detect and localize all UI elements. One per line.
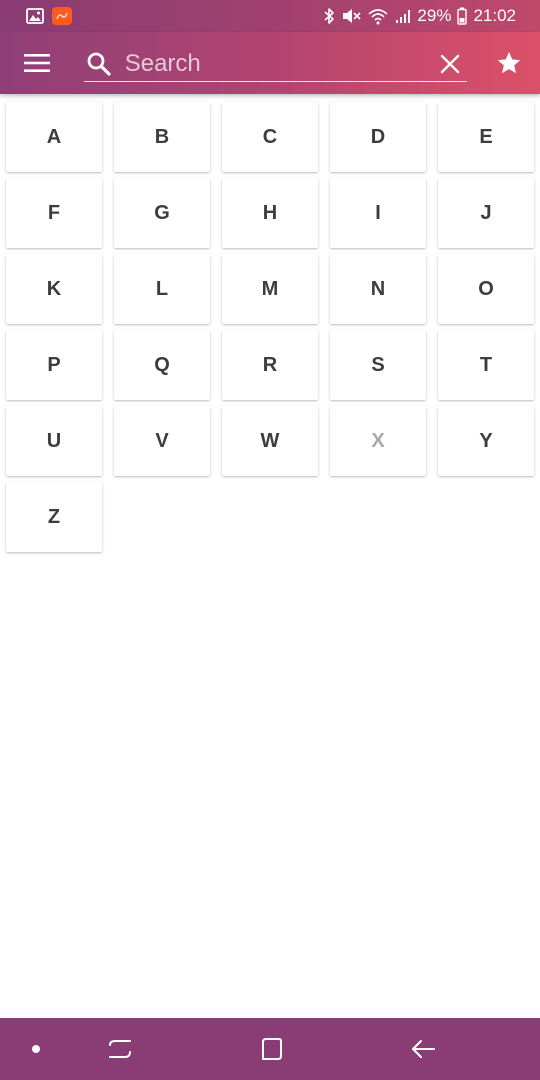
letter-tile-j[interactable]: J: [438, 178, 534, 248]
menu-button[interactable]: [18, 46, 56, 80]
letter-tile-m[interactable]: M: [222, 254, 318, 324]
letter-tile-t[interactable]: T: [438, 330, 534, 400]
mute-icon: [341, 7, 361, 25]
close-icon: [440, 54, 460, 73]
recent-apps-button[interactable]: [100, 1029, 140, 1069]
search-icon: [86, 49, 113, 79]
letter-tile-a[interactable]: A: [6, 102, 102, 172]
letter-tile-s[interactable]: S: [330, 330, 426, 400]
letter-tile-l[interactable]: L: [114, 254, 210, 324]
recent-apps-icon: [109, 1040, 131, 1058]
signal-icon: [395, 8, 411, 24]
letter-tile-y[interactable]: Y: [438, 406, 534, 476]
battery-percent: 29%: [417, 6, 452, 25]
letter-tile-r[interactable]: R: [222, 330, 318, 400]
battery-icon: [457, 7, 468, 25]
letter-tile-o[interactable]: O: [438, 254, 534, 324]
letter-tile-d[interactable]: D: [330, 102, 426, 172]
bluetooth-icon: [323, 7, 335, 25]
letter-tile-x: X: [330, 406, 426, 476]
app-bar: [0, 32, 540, 94]
search-bar: [84, 46, 467, 82]
star-icon: [497, 51, 521, 74]
letter-grid: ABCDE FGHIJ KLMNO PQRST UVWXY Z: [6, 102, 534, 552]
gallery-icon: [26, 8, 44, 24]
letter-tile-b[interactable]: B: [114, 102, 210, 172]
letter-tile-g[interactable]: G: [114, 178, 210, 248]
letter-tile-e[interactable]: E: [438, 102, 534, 172]
status-bar-notifications: [26, 7, 72, 25]
nav-dot-button[interactable]: [16, 1029, 56, 1069]
home-button[interactable]: [251, 1029, 291, 1069]
hamburger-menu-icon: [24, 54, 50, 72]
status-bar: 29% 21:02: [0, 0, 540, 32]
status-bar-system: 29% 21:02: [323, 6, 516, 26]
letter-tile-i[interactable]: I: [330, 178, 426, 248]
letter-tile-v[interactable]: V: [114, 406, 210, 476]
clock: 21:02: [473, 6, 516, 25]
wifi-icon: [367, 7, 389, 25]
letter-tile-h[interactable]: H: [222, 178, 318, 248]
letter-tile-z[interactable]: Z: [6, 482, 102, 552]
home-icon: [262, 1038, 282, 1060]
dot-icon: [32, 1045, 40, 1053]
back-icon: [412, 1040, 435, 1058]
search-input[interactable]: [112, 47, 435, 80]
letter-tile-c[interactable]: C: [222, 102, 318, 172]
letter-tile-k[interactable]: K: [6, 254, 102, 324]
letter-tile-p[interactable]: P: [6, 330, 102, 400]
letter-tile-n[interactable]: N: [330, 254, 426, 324]
app-notification-icon: [52, 7, 72, 25]
letter-tile-f[interactable]: F: [6, 178, 102, 248]
favorites-button[interactable]: [490, 46, 528, 80]
letter-tile-w[interactable]: W: [222, 406, 318, 476]
navigation-bar: [0, 1018, 540, 1080]
letter-tile-q[interactable]: Q: [114, 330, 210, 400]
back-button[interactable]: [403, 1029, 443, 1069]
clear-search-button[interactable]: [435, 47, 465, 81]
letter-tile-u[interactable]: U: [6, 406, 102, 476]
